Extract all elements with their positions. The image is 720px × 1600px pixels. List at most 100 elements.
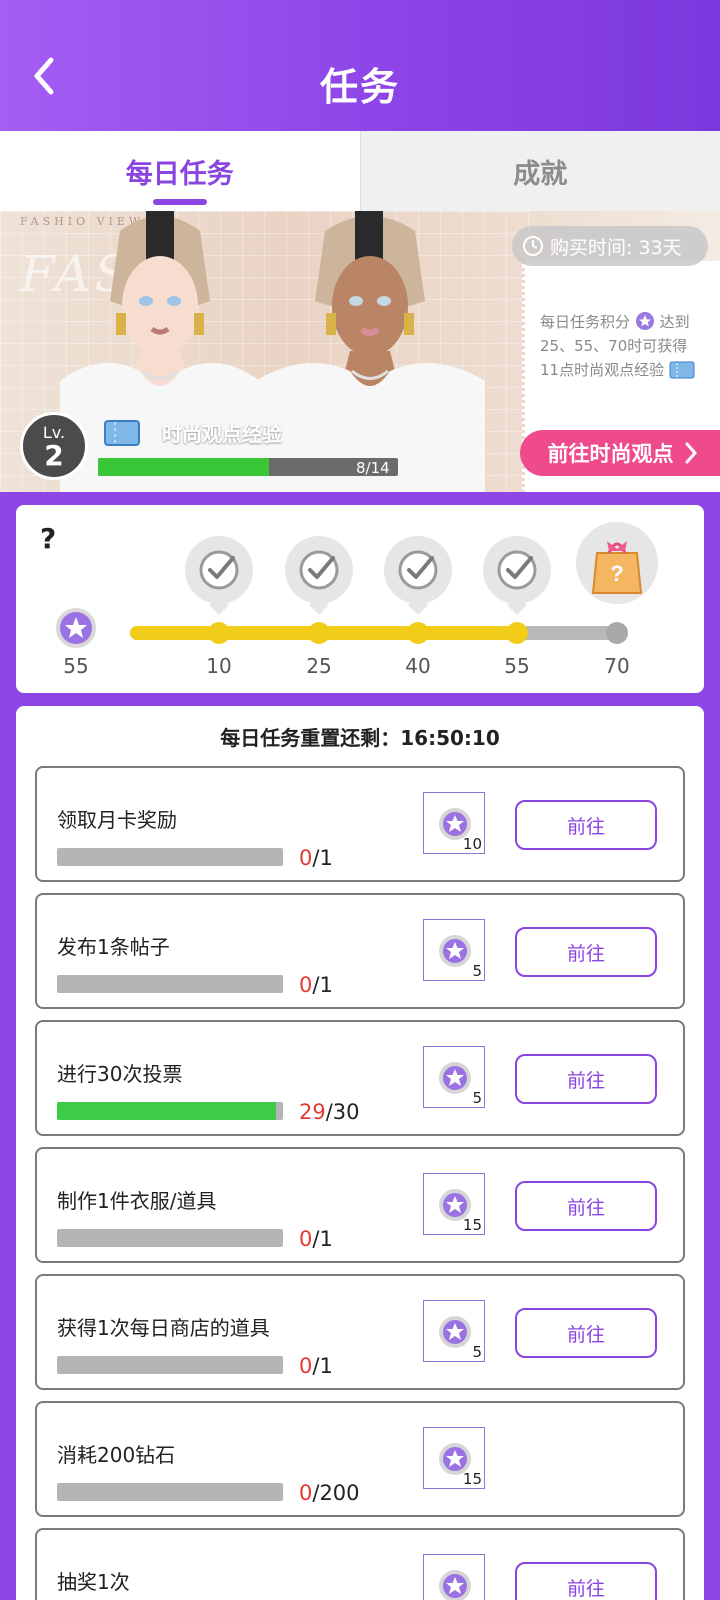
task-go-button[interactable]: 前往	[515, 1054, 657, 1104]
milestone-label: 40	[405, 654, 431, 678]
milestone-claimed-bubble[interactable]	[285, 536, 353, 604]
task-go-button[interactable]: 前往	[515, 927, 657, 977]
milestone-dot	[606, 622, 628, 644]
task-progress-text: 29/30	[299, 1100, 360, 1124]
current-points: 55	[63, 654, 89, 678]
check-circle-icon	[398, 550, 438, 590]
task-row: 发布1条帖子 0/1 5 前往	[35, 893, 685, 1009]
points-coin	[54, 606, 98, 654]
task-title: 制作1件衣服/道具	[57, 1189, 217, 1213]
task-progress-fill	[57, 1102, 276, 1120]
task-progress-bar	[57, 1483, 283, 1501]
task-progress-total: /30	[325, 1100, 360, 1124]
level-badge: Lv. 2	[20, 412, 88, 480]
check-circle-icon	[299, 550, 339, 590]
task-progress-bar	[57, 975, 283, 993]
task-go-button[interactable]: 前往	[515, 1562, 657, 1600]
milestone-label: 70	[604, 654, 630, 678]
task-progress-text: 0/1	[299, 1227, 333, 1251]
purple-star-coin-icon	[438, 1569, 472, 1600]
go-fashion-label: 前往时尚观点	[547, 442, 674, 466]
task-reward: 15	[423, 1173, 485, 1235]
help-button[interactable]: ?	[40, 522, 56, 555]
ticket-icon	[104, 420, 140, 446]
task-progress-current: 29	[299, 1100, 326, 1124]
task-reward-amount: 15	[462, 1470, 482, 1488]
milestone-dot	[407, 622, 429, 644]
milestone-label: 55	[504, 654, 530, 678]
task-reward-amount: 10	[462, 835, 482, 853]
task-title: 消耗200钻石	[57, 1443, 176, 1467]
tab-active-indicator	[152, 199, 207, 205]
milestone-dot	[308, 622, 330, 644]
task-go-button[interactable]: 前往	[515, 1308, 657, 1358]
task-title: 进行30次投票	[57, 1062, 183, 1086]
task-reward: 5	[423, 1046, 485, 1108]
ticket-desc-line1: 每日任务积分	[540, 313, 631, 331]
buy-time-text: 购买时间: 33天	[550, 236, 682, 259]
level-number: 2	[44, 439, 64, 472]
tab-daily-tasks[interactable]: 每日任务	[0, 131, 360, 211]
task-reward: 10	[423, 792, 485, 854]
buy-time-badge: 购买时间: 33天	[512, 226, 708, 266]
milestone-dot	[506, 622, 528, 644]
header-bar: 任务	[0, 0, 720, 131]
clock-icon	[523, 236, 543, 256]
svg-text:?: ?	[610, 561, 623, 586]
task-progress-current: 0	[299, 1227, 313, 1251]
task-go-button[interactable]: 前往	[515, 800, 657, 850]
go-fashion-views-button[interactable]: 前往时尚观点	[520, 430, 720, 476]
task-reward: 5	[423, 1554, 485, 1600]
task-row: 进行30次投票 29/30 5 前往	[35, 1020, 685, 1136]
task-progress-bar	[57, 848, 283, 866]
ticket-desc-line2: 25、55、70时可获得	[540, 337, 688, 355]
task-row: 抽奖1次 5 前往	[35, 1528, 685, 1600]
exp-progress-fill	[98, 458, 269, 476]
ticket-desc-line3: 11点时尚观点经验	[540, 361, 665, 379]
task-progress-current: 0	[299, 846, 313, 870]
task-title: 发布1条帖子	[57, 935, 170, 959]
milestone-claimed-bubble[interactable]	[185, 536, 253, 604]
task-go-button[interactable]: 前往	[515, 1181, 657, 1231]
task-progress-bar	[57, 1102, 283, 1120]
tab-bar: 每日任务 成就	[0, 131, 720, 211]
task-progress-current: 0	[299, 973, 313, 997]
task-progress-total: /200	[312, 1481, 360, 1505]
task-progress-text: 0/1	[299, 1354, 333, 1378]
ticket-description: 每日任务积分 达到 25、55、70时可获得 11点时尚观点经验	[540, 310, 715, 382]
task-reward: 5	[423, 919, 485, 981]
task-progress-text: 0/1	[299, 846, 333, 870]
task-reward-amount: 5	[472, 962, 482, 980]
exp-count: 8/14	[356, 459, 390, 477]
chevron-right-icon	[685, 442, 697, 464]
task-progress-current: 0	[299, 1481, 313, 1505]
milestone-claimed-bubble[interactable]	[483, 536, 551, 604]
task-row: 消耗200钻石 0/200 15	[35, 1401, 685, 1517]
task-progress-total: /1	[312, 846, 333, 870]
task-progress-total: /1	[312, 1227, 333, 1251]
milestone-label: 10	[206, 654, 232, 678]
milestone-claimed-bubble[interactable]	[384, 536, 452, 604]
task-reward-amount: 5	[472, 1089, 482, 1107]
exp-progress-bar	[98, 458, 398, 476]
task-progress-total: /1	[312, 973, 333, 997]
task-progress-bar	[57, 1356, 283, 1374]
check-circle-icon	[199, 550, 239, 590]
task-reward-amount: 15	[462, 1216, 482, 1234]
ticket-icon	[669, 361, 695, 379]
purple-star-coin-icon	[56, 608, 96, 648]
tab-label: 每日任务	[125, 158, 234, 190]
check-circle-icon	[497, 550, 537, 590]
task-reward: 5	[423, 1300, 485, 1362]
task-title: 获得1次每日商店的道具	[57, 1316, 270, 1340]
purple-star-coin-icon	[438, 1061, 472, 1099]
milestone-gift-box[interactable]: ?	[576, 522, 658, 604]
task-progress-current: 0	[299, 1354, 313, 1378]
tab-achievements[interactable]: 成就	[359, 131, 720, 211]
tab-label: 成就	[513, 158, 568, 190]
task-title: 领取月卡奖励	[57, 808, 177, 832]
task-reward: 15	[423, 1427, 485, 1489]
purple-star-coin-icon	[635, 312, 654, 330]
task-progress-text: 0/200	[299, 1481, 360, 1505]
task-row: 获得1次每日商店的道具 0/1 5 前往	[35, 1274, 685, 1390]
